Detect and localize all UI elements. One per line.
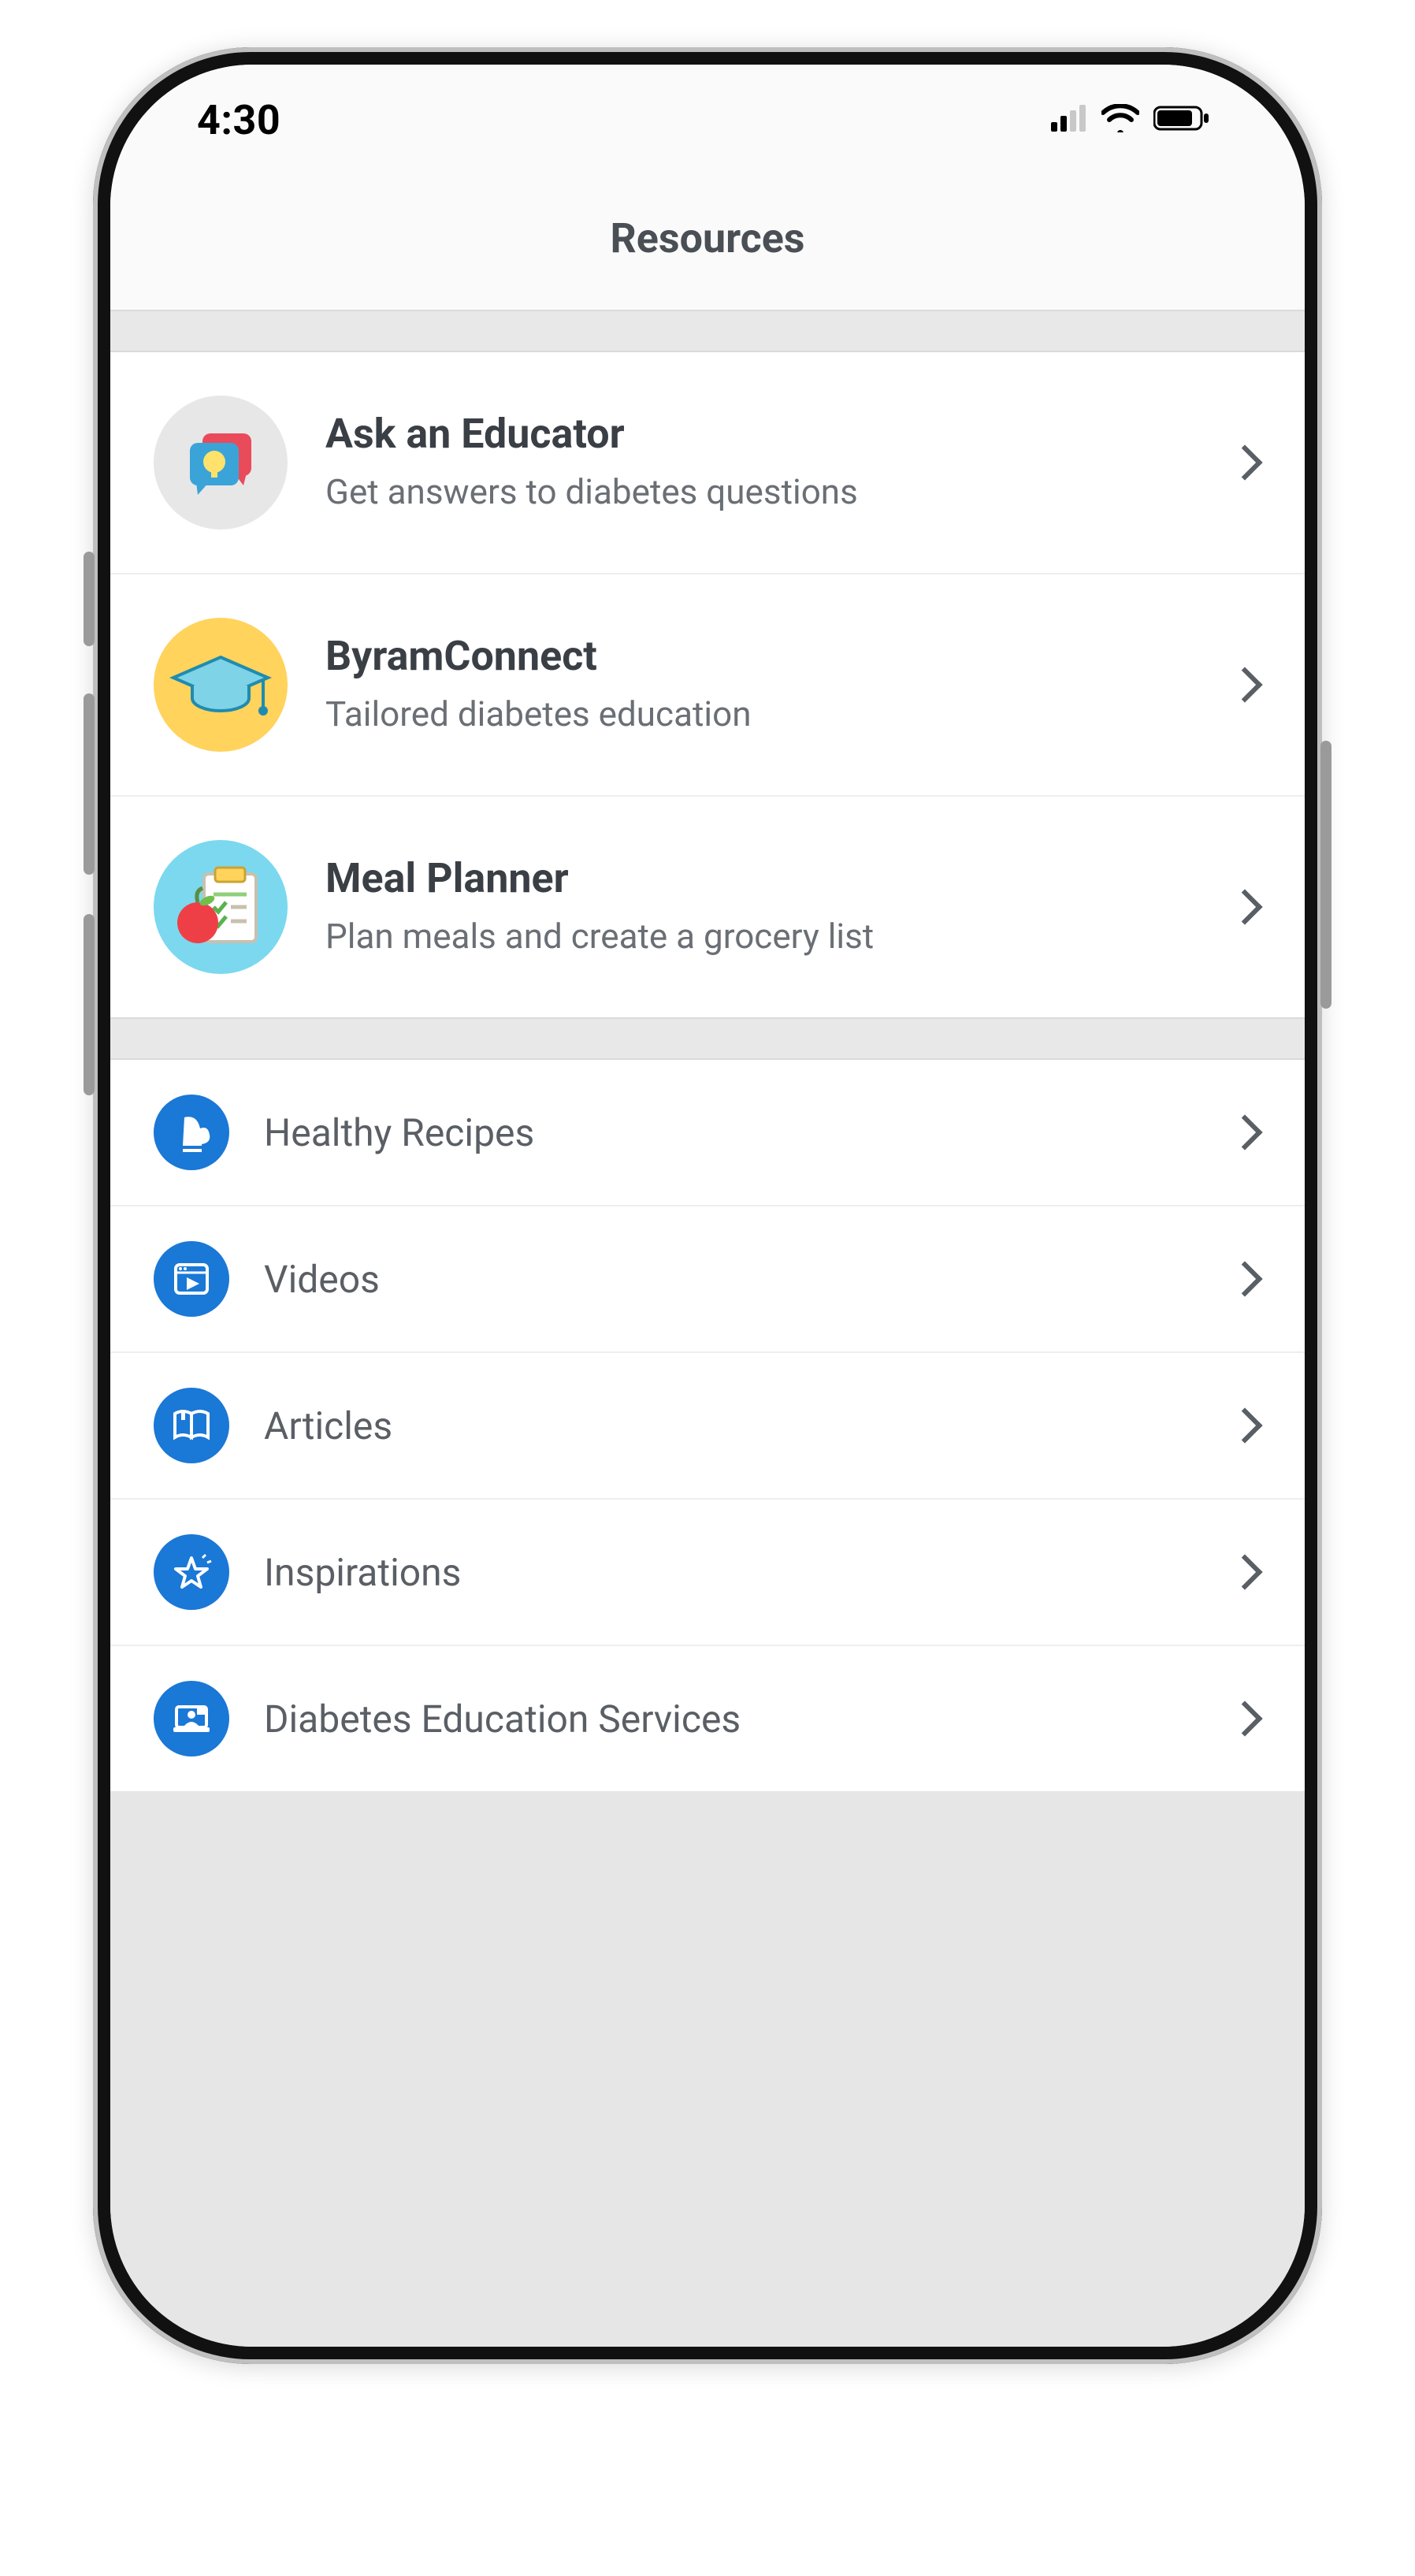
cellular-signal-icon [1051, 105, 1087, 135]
list-item-label: Videos [264, 1257, 1198, 1302]
featured-text: Meal Planner Plan meals and create a gro… [325, 854, 1194, 960]
featured-subtitle: Plan meals and create a grocery list [325, 913, 1194, 960]
chevron-right-icon [1227, 1261, 1262, 1296]
status-time: 4:30 [197, 96, 280, 144]
featured-item-ask-educator[interactable]: Ask an Educator Get answers to diabetes … [110, 352, 1305, 574]
chevron-right-icon [1227, 1407, 1262, 1443]
list-item-label: Healthy Recipes [264, 1110, 1198, 1155]
screen: 4:30 [110, 65, 1305, 2347]
star-icon [154, 1534, 229, 1610]
status-bar: 4:30 [110, 65, 1305, 175]
featured-title: Ask an Educator [325, 410, 1194, 458]
phone-side-button [84, 552, 95, 646]
wifi-icon [1101, 104, 1139, 136]
featured-text: ByramConnect Tailored diabetes education [325, 632, 1194, 738]
graduation-cap-icon [154, 618, 288, 752]
featured-item-meal-planner[interactable]: Meal Planner Plan meals and create a gro… [110, 797, 1305, 1017]
page-title: Resources [110, 214, 1305, 262]
list-item-healthy-recipes[interactable]: Healthy Recipes [110, 1060, 1305, 1206]
bottom-fill [110, 1791, 1305, 2347]
battery-icon [1153, 105, 1210, 135]
phone-side-button [84, 693, 95, 875]
laptop-person-icon [154, 1681, 229, 1756]
featured-title: Meal Planner [325, 854, 1194, 902]
list-item-articles[interactable]: Articles [110, 1353, 1305, 1500]
meal-planner-icon [154, 840, 288, 974]
phone-frame: 4:30 [93, 47, 1322, 2364]
list-item-label: Inspirations [264, 1550, 1198, 1595]
section-gap [110, 1017, 1305, 1060]
chevron-right-icon [1227, 1701, 1262, 1736]
list-item-diabetes-education-services[interactable]: Diabetes Education Services [110, 1646, 1305, 1791]
status-icons [1051, 104, 1210, 136]
page-header: Resources [110, 175, 1305, 310]
book-open-icon [154, 1388, 229, 1463]
phone-side-button [1320, 741, 1331, 1009]
list-item-label: Diabetes Education Services [264, 1697, 1198, 1741]
chevron-right-icon [1227, 1114, 1262, 1150]
resource-list: Healthy Recipes Videos [110, 1060, 1305, 1791]
list-item-inspirations[interactable]: Inspirations [110, 1500, 1305, 1646]
list-item-videos[interactable]: Videos [110, 1206, 1305, 1353]
chat-bulb-icon [154, 396, 288, 530]
oven-mitt-icon [154, 1095, 229, 1170]
phone-side-button [84, 914, 95, 1095]
section-gap [110, 310, 1305, 352]
featured-subtitle: Get answers to diabetes questions [325, 469, 1194, 515]
chevron-right-icon [1227, 1554, 1262, 1589]
video-play-icon [154, 1241, 229, 1317]
featured-item-byramconnect[interactable]: ByramConnect Tailored diabetes education [110, 574, 1305, 797]
featured-subtitle: Tailored diabetes education [325, 691, 1194, 738]
featured-text: Ask an Educator Get answers to diabetes … [325, 410, 1194, 515]
chevron-right-icon [1227, 667, 1262, 702]
featured-title: ByramConnect [325, 632, 1194, 680]
featured-list: Ask an Educator Get answers to diabetes … [110, 352, 1305, 1017]
chevron-right-icon [1227, 444, 1262, 480]
list-item-label: Articles [264, 1403, 1198, 1448]
chevron-right-icon [1227, 889, 1262, 924]
